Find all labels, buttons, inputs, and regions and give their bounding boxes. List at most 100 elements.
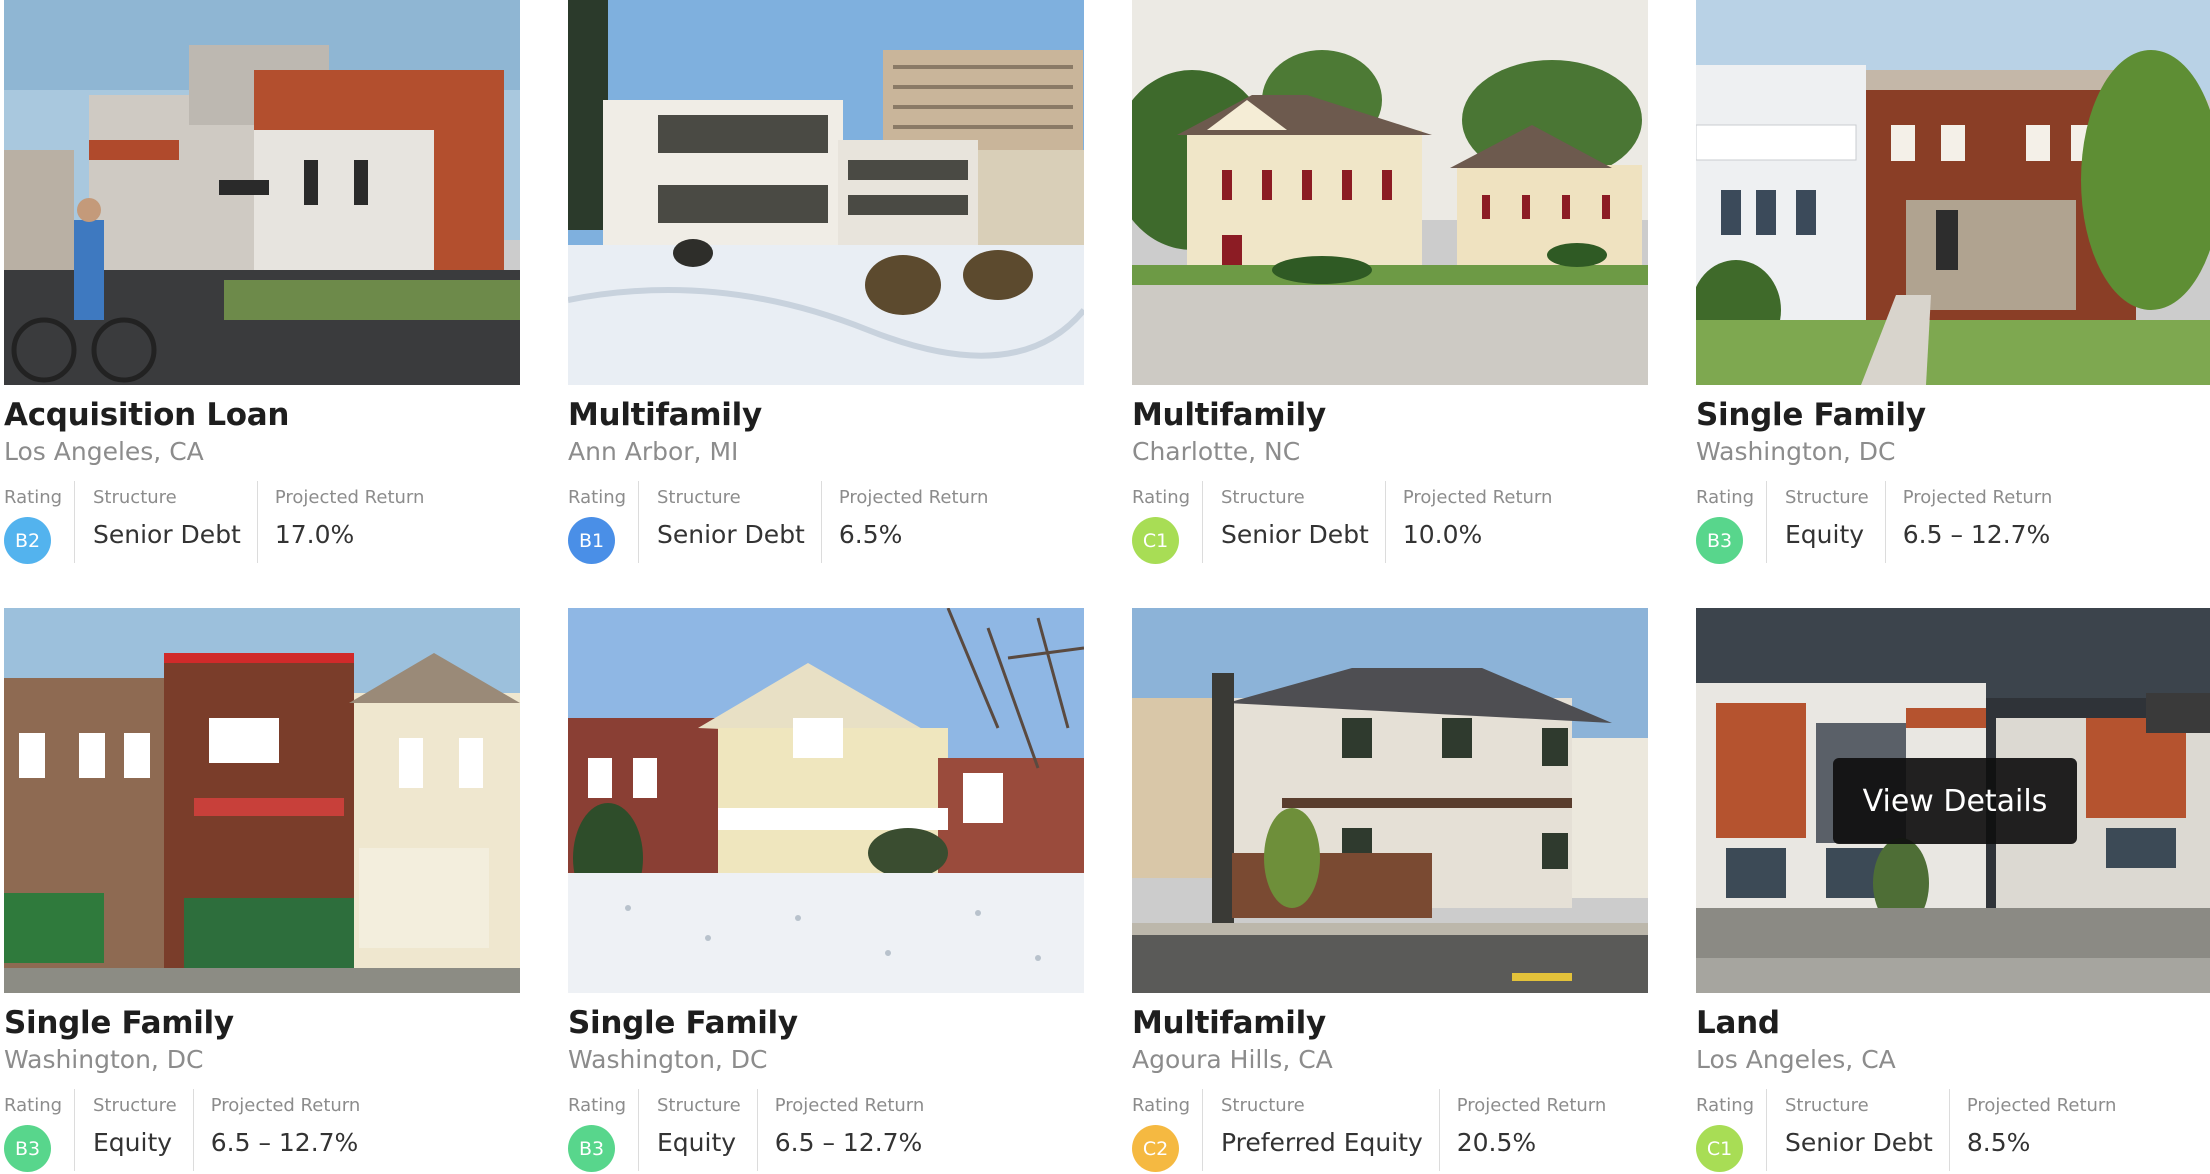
property-photo-image — [4, 0, 520, 385]
property-type: Single Family — [568, 1005, 798, 1041]
projected-return-value: 6.5 – 12.7% — [774, 1128, 923, 1157]
rating-badge: B1 — [568, 517, 615, 564]
return-column: Projected Return 8.5% — [1948, 1089, 2117, 1171]
projected-return-label: Projected Return — [210, 1095, 361, 1116]
rating-column: Rating B2 — [4, 481, 74, 564]
rating-badge: C1 — [1696, 1125, 1743, 1172]
projected-return-value: 8.5% — [1966, 1128, 2031, 1157]
structure-column: Structure Equity — [74, 1089, 193, 1171]
property-type: Acquisition Loan — [4, 397, 290, 433]
property-location: Charlotte, NC — [1132, 437, 1301, 466]
rating-label: Rating — [568, 487, 627, 508]
property-photo-image — [568, 0, 1084, 385]
structure-label: Structure — [93, 487, 177, 508]
rating-column: Rating B3 — [4, 1089, 74, 1172]
projected-return-label: Projected Return — [1402, 487, 1553, 508]
rating-badge: C2 — [1132, 1125, 1179, 1172]
structure-column: Structure Senior Debt — [1766, 1089, 1949, 1171]
projected-return-value: 20.5% — [1456, 1128, 1537, 1157]
structure-label: Structure — [1221, 1095, 1305, 1116]
rating-label: Rating — [1696, 487, 1755, 508]
stats-row: Rating C1 Structure Senior Debt Projecte… — [1132, 481, 1553, 564]
return-column: Projected Return 17.0% — [256, 481, 425, 563]
structure-value: Senior Debt — [93, 520, 241, 549]
property-photo-image — [1132, 0, 1648, 385]
return-column: Projected Return 10.0% — [1384, 481, 1553, 563]
rating-badge: B3 — [1696, 517, 1743, 564]
property-location: Los Angeles, CA — [4, 437, 204, 466]
projected-return-value: 6.5 – 12.7% — [1902, 520, 2051, 549]
property-photo-image — [1696, 0, 2210, 385]
projected-return-label: Projected Return — [274, 487, 425, 508]
view-details-button[interactable]: View Details — [1833, 758, 2077, 844]
property-photo[interactable] — [568, 0, 1084, 385]
property-location: Ann Arbor, MI — [568, 437, 739, 466]
structure-label: Structure — [657, 1095, 741, 1116]
return-column: Projected Return 6.5 – 12.7% — [192, 1089, 361, 1171]
return-column: Projected Return 6.5 – 12.7% — [756, 1089, 925, 1171]
rating-column: Rating C1 — [1132, 481, 1202, 564]
structure-column: Structure Equity — [1766, 481, 1885, 563]
rating-label: Rating — [4, 487, 63, 508]
property-photo-image — [568, 608, 1084, 993]
rating-label: Rating — [1132, 1095, 1191, 1116]
rating-badge: B2 — [4, 517, 51, 564]
structure-value: Equity — [657, 1128, 737, 1157]
structure-column: Structure Senior Debt — [74, 481, 257, 563]
stats-row: Rating B3 Structure Equity Projected Ret… — [1696, 481, 2053, 564]
return-column: Projected Return 6.5% — [820, 481, 988, 563]
return-column: Projected Return 20.5% — [1438, 1089, 1607, 1171]
property-photo-image — [4, 608, 520, 993]
property-photo[interactable] — [1132, 0, 1648, 385]
structure-column: Structure Senior Debt — [1202, 481, 1385, 563]
stats-row: Rating B3 Structure Equity Projected Ret… — [568, 1089, 925, 1172]
projected-return-label: Projected Return — [774, 1095, 925, 1116]
rating-column: Rating C1 — [1696, 1089, 1766, 1172]
rating-label: Rating — [568, 1095, 627, 1116]
structure-value: Equity — [1785, 520, 1865, 549]
structure-value: Senior Debt — [1785, 1128, 1933, 1157]
structure-value: Preferred Equity — [1221, 1128, 1423, 1157]
property-type: Land — [1696, 1005, 1780, 1041]
structure-label: Structure — [657, 487, 741, 508]
stats-row: Rating C1 Structure Senior Debt Projecte… — [1696, 1089, 2117, 1172]
stats-row: Rating B2 Structure Senior Debt Projecte… — [4, 481, 425, 564]
stats-row: Rating C2 Structure Preferred Equity Pro… — [1132, 1089, 1607, 1172]
projected-return-value: 6.5% — [838, 520, 903, 549]
property-photo[interactable] — [4, 608, 520, 993]
structure-label: Structure — [1785, 487, 1869, 508]
structure-column: Structure Senior Debt — [638, 481, 821, 563]
property-location: Agoura Hills, CA — [1132, 1045, 1333, 1074]
projected-return-value: 6.5 – 12.7% — [210, 1128, 359, 1157]
property-type: Multifamily — [1132, 1005, 1326, 1041]
stats-row: Rating B3 Structure Equity Projected Ret… — [4, 1089, 361, 1172]
property-type: Single Family — [1696, 397, 1926, 433]
property-type: Single Family — [4, 1005, 234, 1041]
rating-badge: C1 — [1132, 517, 1179, 564]
property-photo[interactable] — [1696, 0, 2210, 385]
property-photo[interactable] — [568, 608, 1084, 993]
property-photo[interactable] — [4, 0, 520, 385]
structure-label: Structure — [1221, 487, 1305, 508]
structure-column: Structure Preferred Equity — [1202, 1089, 1439, 1171]
structure-value: Equity — [93, 1128, 173, 1157]
property-location: Washington, DC — [568, 1045, 768, 1074]
structure-value: Senior Debt — [1221, 520, 1369, 549]
projected-return-label: Projected Return — [1902, 487, 2053, 508]
structure-value: Senior Debt — [657, 520, 805, 549]
stats-row: Rating B1 Structure Senior Debt Projecte… — [568, 481, 988, 564]
rating-column: Rating B3 — [1696, 481, 1766, 564]
property-type: Multifamily — [568, 397, 762, 433]
property-photo[interactable] — [1132, 608, 1648, 993]
projected-return-label: Projected Return — [1456, 1095, 1607, 1116]
projected-return-label: Projected Return — [1966, 1095, 2117, 1116]
rating-column: Rating B1 — [568, 481, 638, 564]
rating-badge: B3 — [568, 1125, 615, 1172]
property-location: Los Angeles, CA — [1696, 1045, 1896, 1074]
property-location: Washington, DC — [4, 1045, 204, 1074]
projected-return-value: 17.0% — [274, 520, 355, 549]
property-type: Multifamily — [1132, 397, 1326, 433]
property-photo[interactable]: View Details — [1696, 608, 2210, 993]
projected-return-value: 10.0% — [1402, 520, 1483, 549]
property-location: Washington, DC — [1696, 437, 1896, 466]
